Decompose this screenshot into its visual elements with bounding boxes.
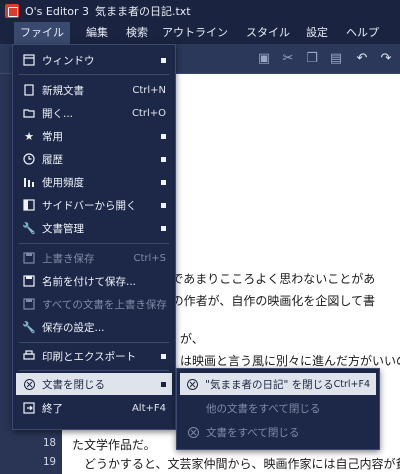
close-circle-icon (186, 377, 199, 391)
bars-icon (22, 175, 36, 189)
menu-bar: ファイル 編集 検索 アウトライン スタイル 設定 ヘルプ (0, 22, 400, 44)
window-icon (22, 53, 36, 67)
menu-help[interactable]: ヘルプ (340, 22, 385, 44)
menu-outline[interactable]: アウトライン (156, 22, 234, 44)
menu-item-save: 上書き保存 Ctrl+S (16, 247, 172, 269)
menu-separator (19, 243, 169, 244)
editor-line: どうかすると、文芸家仲間から、映画作家には自己内容が貧 (84, 457, 400, 471)
menu-item-save-as[interactable]: 名前を付けて保存... (16, 270, 172, 292)
editor-line: た文学作品だ。 (72, 438, 156, 452)
paste-icon[interactable]: ▤ (328, 51, 344, 67)
submenu-indicator (161, 381, 166, 387)
print-icon (22, 349, 36, 363)
menu-item-save-settings[interactable]: 🔧 保存の設定... (16, 316, 172, 338)
submenu-item-close-others: 他の文書をすべて閉じる (206, 402, 321, 415)
menu-item-history[interactable]: 履歴 (16, 148, 172, 170)
menu-item-exit[interactable]: 終了 Alt+F4 (16, 397, 172, 419)
wrench-icon: 🔧 (22, 221, 36, 235)
save-as-icon (22, 274, 36, 288)
redo-icon[interactable]: ↷ (378, 51, 394, 67)
menu-item-open[interactable]: 開く... Ctrl+O (16, 102, 172, 124)
editor-line: は映画と言う風に別々に進んだ方がいいの (180, 354, 400, 368)
menu-item-frequency[interactable]: 使用頻度 (16, 171, 172, 193)
editor-line: てその作者が、自作の映画化を企図して書 (148, 294, 376, 308)
menu-item-print-export[interactable]: 印刷とエクスポート (16, 345, 172, 367)
close-document-submenu: "気まま者の日記" を閉じる Ctrl+F4 他の文書をすべて閉じる 文書をすべ… (176, 368, 380, 450)
menu-item-window[interactable]: ウィンドウ (16, 49, 172, 71)
title-bar: O's Editor 3 気まま者の日記.txt (0, 0, 400, 22)
window-file-name: 気まま者の日記.txt (94, 5, 191, 18)
menu-item-document-management[interactable]: 🔧 文書管理 (16, 217, 172, 239)
close-circle-icon (22, 377, 36, 391)
menu-item-close-document[interactable]: 文書を閉じる (16, 373, 172, 395)
submenu-indicator (161, 225, 166, 231)
submenu-indicator (161, 156, 166, 162)
cut-icon[interactable]: ✂ (280, 51, 296, 67)
new-document-icon (22, 83, 36, 97)
submenu-item-close-current[interactable]: "気まま者の日記" を閉じる Ctrl+F4 (180, 373, 376, 395)
copy-icon[interactable]: ❐ (304, 51, 320, 67)
save-all-icon (22, 297, 36, 311)
submenu-indicator (161, 179, 166, 185)
menu-separator (19, 370, 169, 371)
menu-search[interactable]: 検索 (120, 22, 154, 44)
submenu-indicator (161, 133, 166, 139)
menu-item-save-all: すべての文書を上書き保存 (16, 293, 172, 315)
clock-icon (22, 152, 36, 166)
menu-style[interactable]: スタイル (240, 22, 296, 44)
submenu-item-close-all: 文書をすべて閉じる (180, 421, 376, 443)
sidebar-icon (22, 198, 36, 212)
wrench-icon: 🔧 (22, 320, 36, 334)
line-number: 18 (42, 436, 56, 449)
menu-item-favorites[interactable]: ★ 常用 (16, 125, 172, 147)
save-toolbar-icon[interactable]: ▣ (256, 51, 272, 67)
app-icon (5, 4, 19, 18)
menu-file[interactable]: ファイル (14, 22, 70, 44)
undo-icon[interactable]: ↶ (354, 51, 370, 67)
editor-line: が、 (180, 332, 204, 346)
app-name: O's Editor 3 (25, 4, 89, 18)
exit-icon (22, 401, 36, 415)
menu-item-new-document[interactable]: 新規文書 Ctrl+N (16, 79, 172, 101)
file-menu: ウィンドウ 新規文書 Ctrl+N 開く... Ctrl+O ★ 常用 履歴 使… (12, 44, 176, 430)
editor-line: 読んであまりこころよく思わないことがあ (148, 272, 376, 286)
star-icon: ★ (24, 129, 34, 143)
menu-item-open-from-sidebar[interactable]: サイドバーから開く (16, 194, 172, 216)
menu-separator (19, 342, 169, 343)
menu-separator (19, 74, 169, 75)
submenu-indicator (161, 202, 166, 208)
close-circle-icon (186, 425, 200, 439)
open-icon (22, 106, 36, 120)
submenu-indicator (161, 353, 166, 359)
save-icon (22, 251, 36, 265)
submenu-indicator (161, 57, 166, 63)
menu-edit[interactable]: 編集 (80, 22, 114, 44)
menu-settings[interactable]: 設定 (300, 22, 334, 44)
line-number: 19 (42, 455, 56, 468)
